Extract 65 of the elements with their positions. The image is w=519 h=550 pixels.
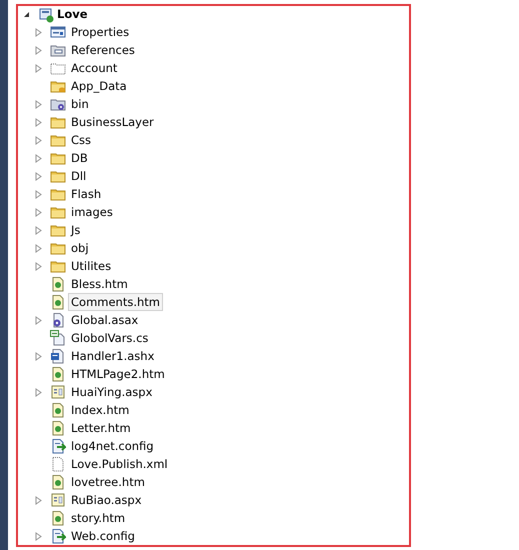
web-page-icon (50, 366, 66, 382)
tree-item-label[interactable]: RuBiao.aspx (68, 491, 145, 510)
blank-file-icon (50, 456, 66, 472)
tree-item-label[interactable]: Index.htm (68, 401, 132, 420)
tree-item-label[interactable]: Letter.htm (68, 419, 134, 438)
tree-item-label[interactable]: obj (68, 239, 92, 258)
tree-item-label[interactable]: Bless.htm (68, 275, 131, 294)
tree-item-label[interactable]: Utilites (68, 257, 114, 276)
tree-item-label[interactable]: Love (57, 6, 88, 24)
tree-item-label[interactable]: Account (68, 59, 120, 78)
tree-item-label[interactable]: Web.config (68, 527, 138, 546)
project-icon (38, 6, 54, 23)
expand-arrow-icon[interactable] (34, 244, 42, 253)
expand-arrow-icon[interactable] (34, 496, 42, 505)
handler-file-icon (50, 348, 66, 364)
expand-arrow-icon[interactable] (34, 172, 42, 181)
tree-item-label[interactable]: Properties (68, 23, 132, 42)
tree-item-label[interactable]: BusinessLayer (68, 113, 157, 132)
expand-arrow-icon[interactable] (34, 64, 42, 73)
tree-item-label[interactable]: images (68, 203, 116, 222)
expand-arrow-icon[interactable] (34, 190, 42, 199)
tree-item-label[interactable]: story.htm (68, 509, 128, 528)
tree-item-label[interactable]: HTMLPage2.htm (68, 365, 168, 384)
tree-item-label[interactable]: Dll (68, 167, 90, 186)
config-file-icon (50, 528, 66, 544)
expand-arrow-icon[interactable] (34, 136, 42, 145)
form-file-icon (50, 384, 66, 400)
tree-item-label[interactable]: References (68, 41, 138, 60)
expand-arrow-icon[interactable] (34, 100, 42, 109)
tree-item-label[interactable]: log4net.config (68, 437, 157, 456)
tree-item-label[interactable]: GlobolVars.cs (68, 329, 152, 348)
expand-arrow-icon[interactable] (34, 208, 42, 217)
tree-item-label[interactable]: DB (68, 149, 91, 168)
expand-arrow-icon[interactable] (34, 352, 42, 361)
tree-item-label[interactable]: Global.asax (68, 311, 142, 330)
tree-item-label[interactable]: Love.Publish.xml (68, 455, 171, 474)
expand-arrow-icon[interactable] (34, 316, 42, 325)
tree-item-label[interactable]: Css (68, 131, 94, 150)
expand-arrow-icon[interactable] (34, 46, 42, 55)
code-file-icon (50, 330, 66, 346)
tree-item-label[interactable]: Js (68, 221, 84, 240)
tree-item-label[interactable]: bin (68, 95, 92, 114)
tree-item-label[interactable]: Comments.htm (68, 293, 163, 312)
web-page-icon (50, 276, 66, 292)
web-page-icon (50, 420, 66, 436)
form-file-icon (50, 492, 66, 508)
tree-item-label[interactable]: HuaiYing.aspx (68, 383, 156, 402)
properties-icon (50, 24, 66, 40)
expand-arrow-icon[interactable] (34, 262, 42, 271)
expand-arrow-icon[interactable] (34, 532, 42, 541)
tree-item-label[interactable]: Handler1.ashx (68, 347, 158, 366)
web-page-icon (50, 294, 66, 310)
expanded-arrow-icon[interactable] (22, 11, 30, 18)
expand-arrow-icon[interactable] (34, 388, 42, 397)
tree-item-label[interactable]: lovetree.htm (68, 473, 148, 492)
expand-arrow-icon[interactable] (34, 28, 42, 37)
web-page-icon (50, 402, 66, 418)
expand-arrow-icon[interactable] (34, 118, 42, 127)
tree-item-label[interactable]: App_Data (68, 77, 130, 96)
web-page-icon (50, 510, 66, 526)
expand-arrow-icon[interactable] (34, 154, 42, 163)
expand-arrow-icon[interactable] (34, 226, 42, 235)
config-file-icon (50, 438, 66, 454)
tree-item-label[interactable]: Flash (68, 185, 104, 204)
web-page-icon (50, 474, 66, 490)
